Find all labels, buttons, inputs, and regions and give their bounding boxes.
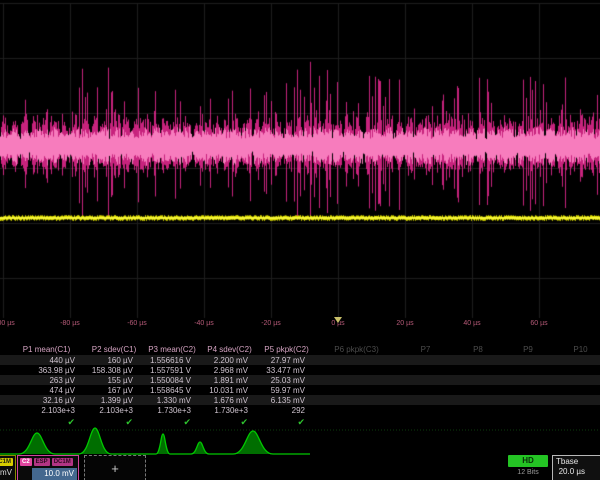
table-row: 363.98 µV158.308 µV1.557591 V2.968 mV33.… [0, 365, 600, 375]
table-cell: 10.031 mV [203, 386, 260, 395]
table-cell: 474 µV [10, 386, 87, 395]
time-axis-label: -20 µs [261, 320, 281, 327]
table-cell: 59.97 mV [260, 386, 317, 395]
parameter-header-p8[interactable]: P8 [455, 345, 505, 354]
c1-vertical-scale: 0 mV [0, 467, 15, 477]
measurement-histicons [0, 425, 600, 457]
table-cell: 32.16 µV [10, 396, 87, 405]
parameter-header-p5[interactable]: P5 pkpk(C2) [260, 345, 317, 354]
table-cell: 363.98 µV [10, 366, 87, 375]
time-axis-label: -60 µs [127, 320, 147, 327]
table-row: 263 µV155 µV1.550084 V1.891 mV25.03 mV [0, 375, 600, 385]
table-cell: 158.308 µV [87, 366, 145, 375]
table-row: 32.16 µV1.399 µV1.330 mV1.676 mV6.135 mV [0, 395, 600, 405]
time-axis-label: 20 µs [396, 320, 413, 327]
c1-coupling-badge: DC1M [0, 458, 13, 466]
table-cell: 2.200 mV [203, 356, 260, 365]
waveform-grid-canvas[interactable] [0, 0, 600, 332]
table-cell: 2.968 mV [203, 366, 260, 375]
table-cell: 1.556616 V [145, 356, 203, 365]
timebase-descriptor[interactable]: Tbase 20.0 µs [552, 455, 600, 480]
parameter-header-p4[interactable]: P4 sdev(C2) [203, 345, 260, 354]
add-trace-button[interactable]: + [84, 455, 146, 480]
c2-coupling-badge: DC1M [52, 458, 73, 466]
table-cell: 2.103e+3 [87, 406, 145, 415]
parameter-header-p3[interactable]: P3 mean(C2) [145, 345, 203, 354]
parameter-header-p10[interactable]: P10 [555, 345, 600, 354]
time-axis-label: 60 µs [530, 320, 547, 327]
measurement-table: P1 mean(C1)P2 sdev(C1)P3 mean(C2)P4 sdev… [0, 344, 600, 428]
timebase-scale: 20.0 µs [553, 467, 600, 476]
table-row: 440 µV160 µV1.556616 V2.200 mV27.97 mV [0, 355, 600, 365]
table-cell: 6.135 mV [260, 396, 317, 405]
table-cell: 1.676 mV [203, 396, 260, 405]
channel-descriptor-c2[interactable]: C2 ESP DC1M 10.0 mV [17, 455, 79, 480]
table-row: 474 µV167 µV1.558645 V10.031 mV59.97 mV [0, 385, 600, 395]
oscilloscope-screen: TELEDYNE LECROY -100 µs-80 µs-60 µs-40 µ… [0, 0, 600, 480]
time-axis-label: -40 µs [194, 320, 214, 327]
time-axis-label: -80 µs [60, 320, 80, 327]
table-cell: 1.558645 V [145, 386, 203, 395]
channel-descriptor-c1[interactable]: DC1M 0 mV [0, 455, 16, 480]
table-row: 2.103e+32.103e+31.730e+31.730e+3292 [0, 405, 600, 415]
table-cell: 1.330 mV [145, 396, 203, 405]
table-cell: 27.97 mV [260, 356, 317, 365]
table-cell: 1.730e+3 [203, 406, 260, 415]
acquisition-mode: HD 12 Bits [508, 455, 548, 478]
parameter-header-p6[interactable]: P6 pkpk(C3) [317, 345, 400, 354]
table-cell: 155 µV [87, 376, 145, 385]
c2-label-badge: C2 [20, 458, 32, 466]
plus-icon: + [111, 461, 119, 476]
time-axis-label: 40 µs [463, 320, 480, 327]
timebase-title: Tbase [553, 456, 600, 467]
table-cell: 440 µV [10, 356, 87, 365]
table-cell: 1.550084 V [145, 376, 203, 385]
table-cell: 263 µV [10, 376, 87, 385]
table-cell: 1.557591 V [145, 366, 203, 375]
table-cell: 292 [260, 406, 317, 415]
table-cell: 25.03 mV [260, 376, 317, 385]
parameter-header-p7[interactable]: P7 [400, 345, 455, 354]
trigger-position-marker[interactable] [334, 317, 342, 323]
hd-mode-badge: HD [508, 455, 548, 467]
table-cell: 167 µV [87, 386, 145, 395]
table-cell: 1.730e+3 [145, 406, 203, 415]
table-cell: 2.103e+3 [10, 406, 87, 415]
table-cell: 1.891 mV [203, 376, 260, 385]
parameter-header-p1[interactable]: P1 mean(C1) [10, 345, 87, 354]
c2-vertical-scale: 10.0 mV [32, 468, 77, 480]
parameter-header-p9[interactable]: P9 [505, 345, 555, 354]
bit-depth-label: 12 Bits [508, 467, 548, 478]
time-axis-label: -100 µs [0, 320, 15, 327]
table-cell: 1.399 µV [87, 396, 145, 405]
parameter-header-p2[interactable]: P2 sdev(C1) [87, 345, 145, 354]
table-cell: 160 µV [87, 356, 145, 365]
table-cell: 33.477 mV [260, 366, 317, 375]
c2-esp-badge: ESP [34, 458, 50, 466]
